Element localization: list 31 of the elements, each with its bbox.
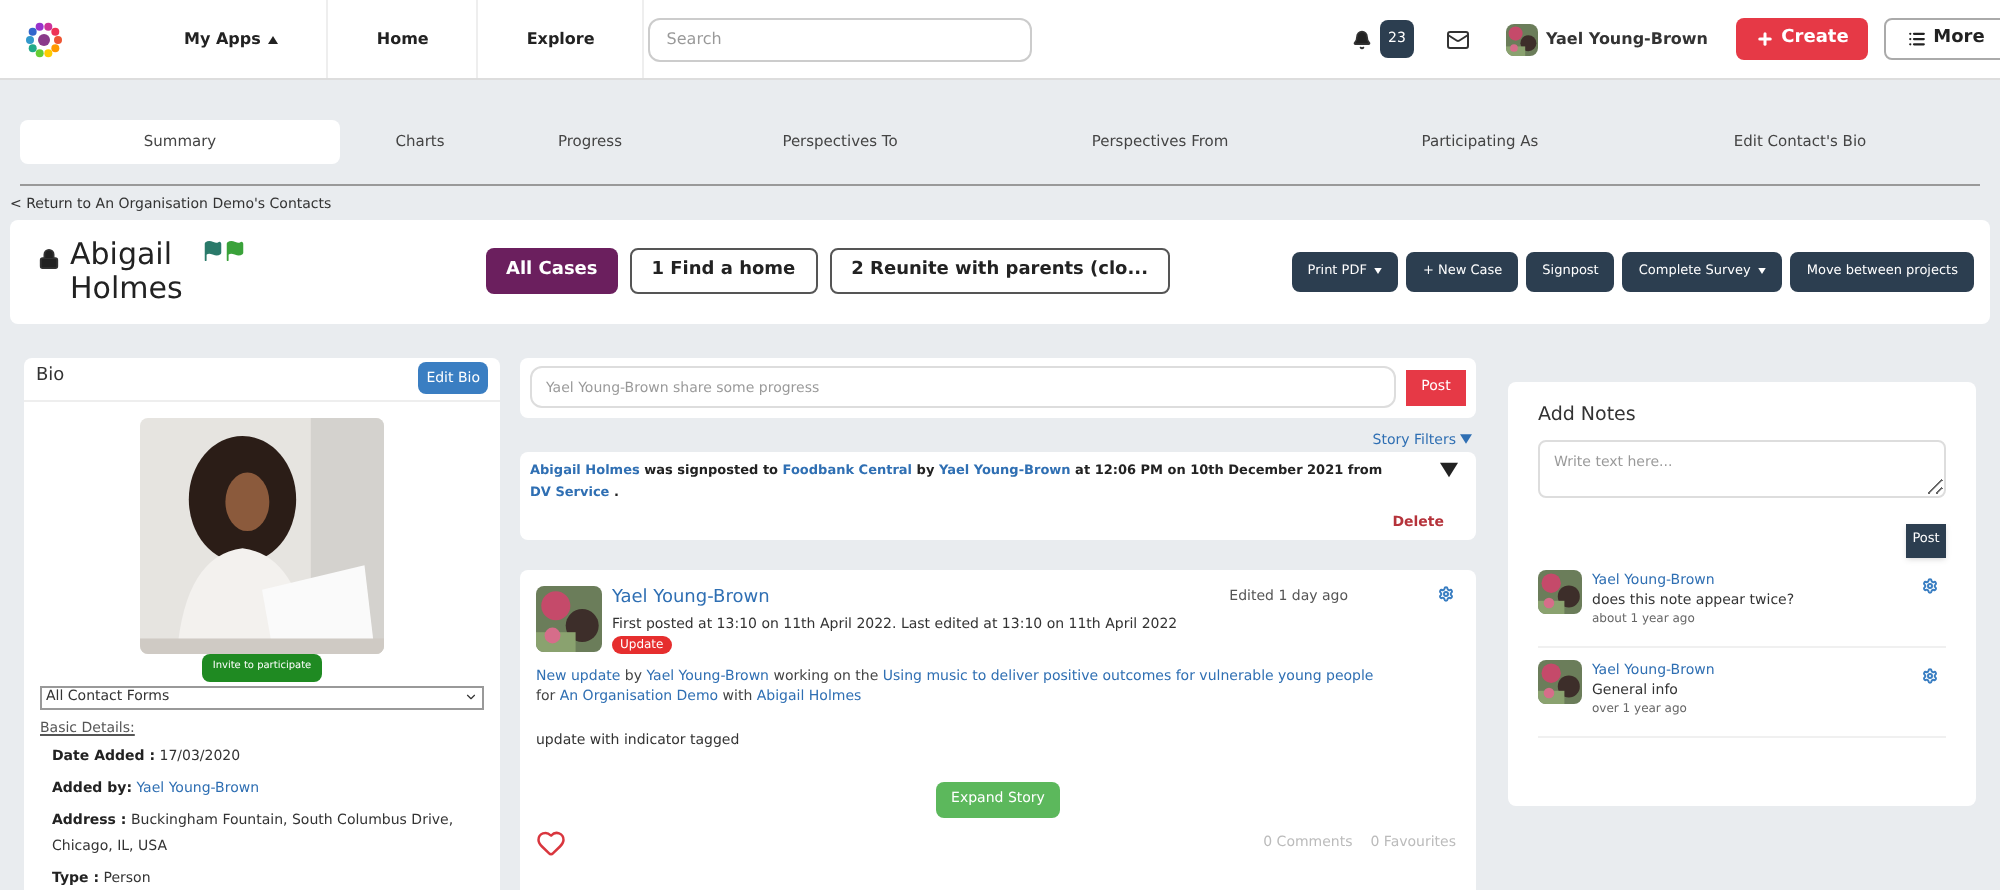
settings-icon[interactable] [1438,586,1454,602]
list-icon [1907,30,1926,48]
more-button[interactable]: More [1884,18,2000,60]
case-tab[interactable]: 2 Reunite with parents (clo... [829,248,1170,294]
dropdown-icon[interactable] [1440,462,1458,478]
caret-icon[interactable] [1758,268,1767,274]
caret-icon[interactable] [268,35,279,43]
lock-icon [38,247,60,269]
story-author[interactable]: Yael Young-Brown [612,586,770,613]
case-tab[interactable]: All Cases [486,248,618,294]
nav-link[interactable]: Explore [478,0,645,78]
flags-icon [202,239,246,261]
chevron-down-icon [464,690,478,704]
filter-icon [1460,434,1472,445]
notes-title: Add Notes [1538,401,1638,429]
bell-icon[interactable] [1352,29,1373,49]
plus-icon [1755,30,1774,48]
settings-icon[interactable] [1922,667,1938,684]
contact-name: Abigail Holmes [70,237,185,305]
caret-icon[interactable] [1374,268,1383,274]
nav-link[interactable]: Home [328,0,479,78]
heart-icon[interactable] [536,827,566,857]
logo-icon[interactable] [24,19,64,59]
case-tab[interactable]: 1 Find a home [629,248,818,294]
settings-icon[interactable] [1922,577,1938,594]
search-field[interactable]: Search [648,17,1033,61]
create-button[interactable]: Create [1736,18,1868,60]
mail-icon[interactable] [1445,27,1470,51]
bio-title: Bio [36,364,65,391]
nav-link[interactable]: My Apps [136,0,329,78]
user-name[interactable]: Yael Young-Brown [1545,27,1708,51]
